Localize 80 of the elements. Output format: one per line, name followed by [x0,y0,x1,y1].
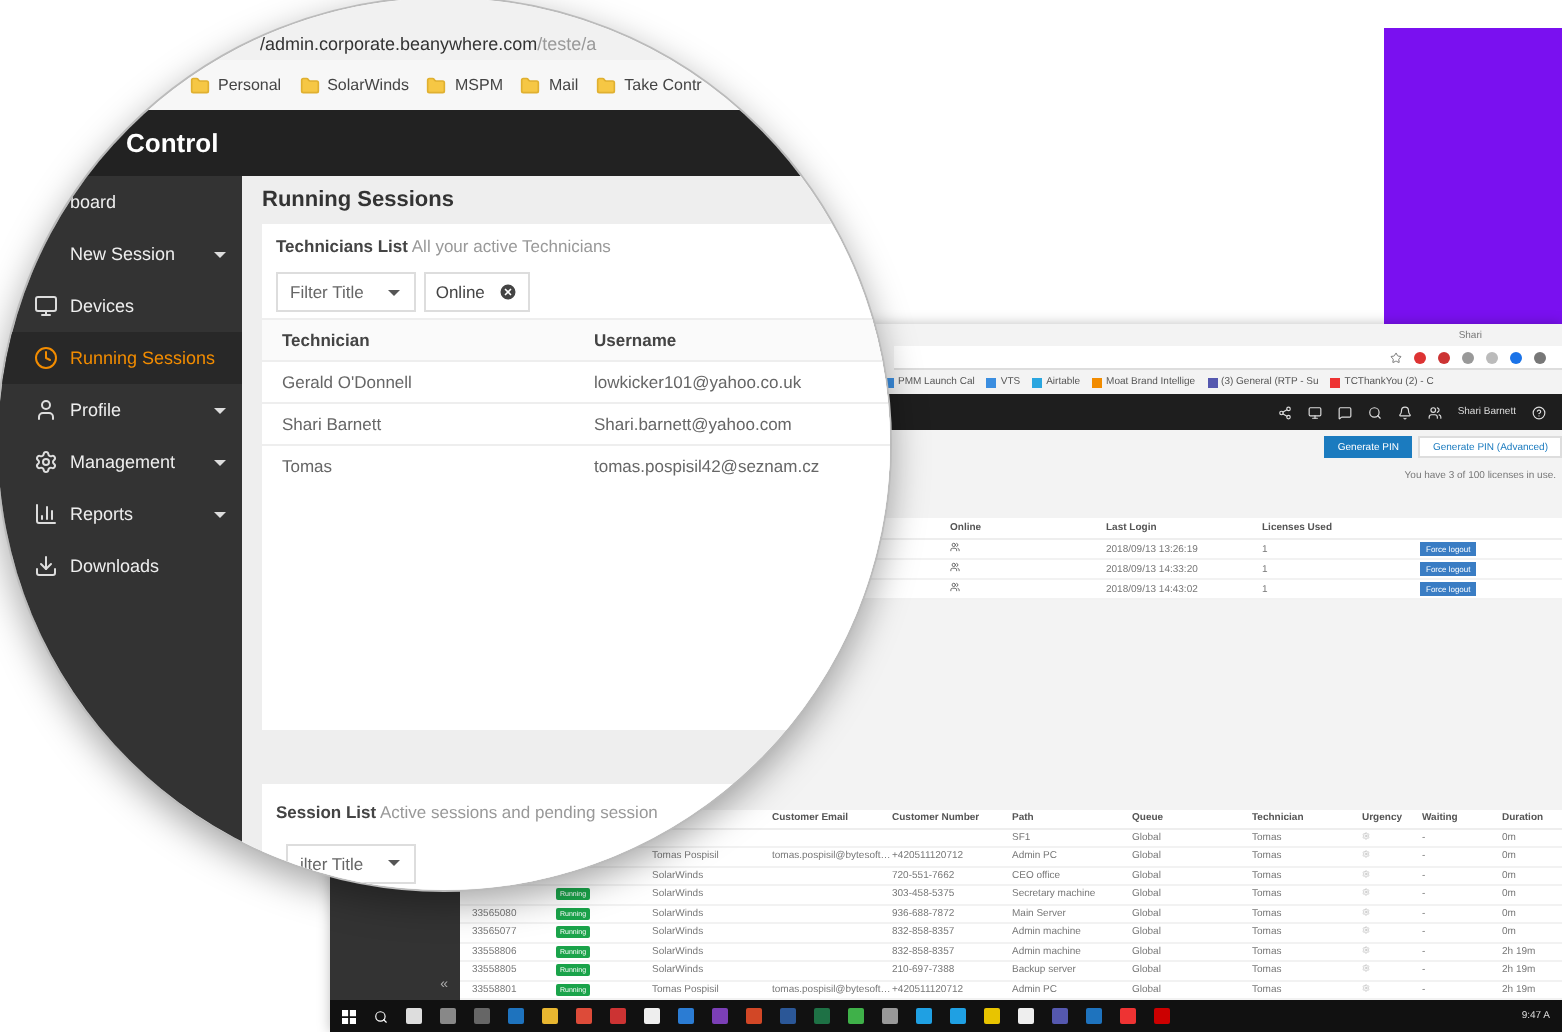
bell-icon[interactable] [1397,405,1412,419]
card-heading: Session List Active sessions and pending session [274,799,660,826]
windows-logo-icon[interactable] [342,1009,356,1023]
sidebar-icon [34,294,58,318]
table-cell-text: Tomas [282,456,335,477]
table-cell-text: Shari Barnett [282,414,384,435]
online-icon [950,582,960,592]
taskbar-app-icon[interactable] [882,1008,898,1024]
folder-icon [190,75,210,95]
caret-icon [214,251,226,257]
column-header: Username [594,330,679,351]
address-field[interactable] [894,346,1562,370]
table-cell-text: Shari.barnett@yahoo.com [594,414,794,435]
app-title: Control [126,128,219,158]
sidebar-item[interactable]: Profile [0,384,242,436]
taskbar-app-icon[interactable] [950,1008,966,1024]
taskbar-app-icon[interactable] [848,1008,864,1024]
search-icon[interactable] [1367,405,1382,419]
sidebar-item[interactable]: Devices [0,280,242,332]
taskbar-app-icon[interactable] [712,1008,728,1024]
taskbar-app-icon[interactable] [610,1008,626,1024]
taskbar-app-icon[interactable] [1018,1008,1034,1024]
taskbar-app-icon[interactable] [576,1008,592,1024]
sidebar-item[interactable]: Reports [0,488,242,540]
sidebar-item[interactable]: Downloads [0,540,242,592]
table-cell-text: Gerald O'Donnell [282,372,414,393]
sidebar-icon [34,346,58,370]
folder-icon [520,75,541,95]
page-title: Running Sessions [262,186,456,216]
taskbar-app-icon[interactable] [1052,1008,1068,1024]
table-cell-text: lowkicker101@yahoo.co.uk [594,372,804,393]
sidebar-item[interactable]: Management [0,436,242,488]
caret-icon [214,407,226,413]
folder-icon [299,75,320,95]
taskbar-app-icon[interactable] [780,1008,796,1024]
taskbar-app-icon[interactable] [644,1008,660,1024]
bookmark[interactable]: Mail [520,75,579,95]
sidebar-icon [34,554,58,578]
online-icon [950,562,960,572]
taskbar-app-icon[interactable] [984,1008,1000,1024]
taskbar-app-icon[interactable] [1086,1008,1102,1024]
filter-chip[interactable]: Online [423,272,531,313]
bookmark[interactable]: SolarWinds [299,75,409,95]
taskbar-app-icon[interactable] [508,1008,524,1024]
taskbar-app-icon[interactable] [814,1008,830,1024]
online-icon [950,542,960,552]
close-icon[interactable] [498,282,519,303]
sidebar-item[interactable]: New Session [0,228,242,280]
taskbar-app-icon[interactable] [406,1008,422,1024]
card-heading: Technicians List All your active Technicians [274,234,613,261]
sidebar-icon [34,398,58,422]
taskbar-app-icon[interactable] [1154,1008,1170,1024]
bookmark[interactable]: Personal [190,75,282,95]
folder-icon [426,75,447,95]
sidebar-item[interactable]: Running Sessions [0,332,242,384]
taskbar-app-icon[interactable] [746,1008,762,1024]
taskbar-app-icon[interactable] [678,1008,694,1024]
caret-icon [214,459,226,465]
url-text[interactable]: /admin.corporate.beanywhere.com/teste/a [260,34,597,54]
table-cell-text: tomas.pospisil42@seznam.cz [594,456,822,477]
sidebar-item[interactable]: board [0,176,242,228]
sidebar-icon [34,502,58,526]
taskbar-app-icon[interactable] [916,1008,932,1024]
star-icon[interactable] [1390,351,1402,363]
taskbar-app-icon[interactable] [440,1008,456,1024]
sidebar-icon [34,450,58,474]
taskbar-app-icon[interactable] [1120,1008,1136,1024]
chat-icon[interactable] [1337,405,1352,419]
folder-icon [596,75,617,95]
bookmark[interactable]: MSPM [426,75,503,95]
taskbar-app-icon[interactable] [474,1008,490,1024]
column-header: Technician [282,330,372,351]
avatar-icon[interactable] [1427,405,1442,419]
caret-icon [214,511,226,517]
share-icon[interactable] [1277,405,1292,419]
monitor-icon[interactable] [1307,405,1322,419]
help-icon[interactable] [1532,405,1546,419]
bookmark[interactable]: Take Contr [596,75,702,95]
filter-dropdown[interactable]: Filter Title [276,272,416,313]
taskbar-app-icon[interactable] [542,1008,558,1024]
